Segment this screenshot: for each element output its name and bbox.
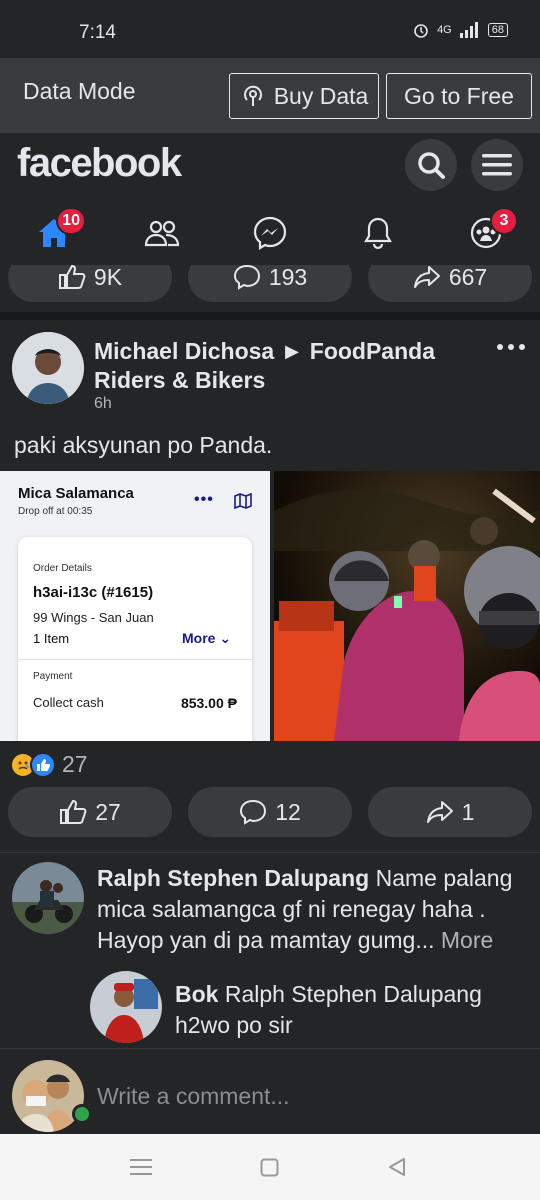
prev-comment-button[interactable]: 193 — [188, 265, 352, 302]
motorbike-photo-icon — [12, 862, 84, 934]
comment-1-more-link[interactable]: More — [441, 927, 493, 953]
card-divider — [18, 659, 252, 660]
tab-friends[interactable] — [140, 211, 184, 255]
comment-icon — [240, 799, 267, 825]
order-details-card: Order Details h3ai-i13c (#1615) 99 Wings… — [18, 537, 252, 741]
buy-data-label: Buy Data — [273, 82, 369, 109]
reaction-count: 27 — [62, 751, 88, 777]
go-to-free-button[interactable]: Go to Free — [386, 73, 532, 119]
app-header: facebook — [0, 133, 540, 201]
post-options-icon[interactable] — [497, 344, 525, 350]
prev-share-button[interactable]: 667 — [368, 265, 532, 302]
prev-like-button[interactable]: 9K — [8, 265, 172, 302]
tab-messenger[interactable] — [248, 211, 292, 255]
screenshot-customer-name: Mica Salamanca — [18, 485, 134, 502]
buy-data-button[interactable]: Buy Data — [229, 73, 379, 119]
go-to-free-label: Go to Free — [404, 82, 514, 109]
payment-label: Payment — [33, 671, 73, 682]
order-details-label: Order Details — [33, 563, 92, 574]
recent-apps-icon[interactable] — [130, 1158, 152, 1176]
back-icon[interactable] — [387, 1157, 407, 1177]
comment-2-text: Ralph Stephen Dalupang h2wo po sir — [175, 981, 482, 1038]
facebook-logo[interactable]: facebook — [17, 141, 182, 186]
online-status-icon — [72, 1104, 92, 1124]
screenshot-more-dots-icon: ••• — [194, 491, 214, 508]
prev-like-count: 9K — [93, 265, 123, 290]
like-reaction-icon — [30, 751, 56, 778]
signal-icon — [459, 22, 478, 38]
collect-cash-label: Collect cash — [33, 695, 104, 710]
my-avatar — [12, 1060, 84, 1132]
post-time[interactable]: 6h — [94, 395, 112, 413]
selfie-photo-icon — [12, 1060, 84, 1132]
order-id: h3ai-i13c (#1615) — [33, 584, 154, 601]
alarm-icon — [414, 24, 428, 38]
friends-icon — [144, 220, 180, 247]
share-button[interactable]: 1 — [368, 787, 532, 837]
broadcast-icon — [243, 85, 262, 106]
comment-count: 12 — [275, 798, 301, 825]
post-image-order-screenshot[interactable]: Mica Salamanca Drop off at 00:35 ••• Ord… — [0, 471, 270, 741]
comments-section: Ralph Stephen Dalupang Name palang mica … — [0, 852, 540, 1048]
status-time: 7:14 — [79, 22, 116, 43]
previous-post-actions: 9K 193 667 — [0, 265, 540, 312]
like-button[interactable]: 27 — [8, 787, 172, 837]
thumbs-up-icon — [60, 799, 87, 824]
post-image-riders-photo[interactable] — [274, 471, 540, 741]
comment-2: Bok Ralph Stephen Dalupang h2wo po sir — [175, 979, 515, 1041]
person-silhouette-icon — [12, 332, 84, 404]
status-icons: 4G 68 — [413, 22, 508, 38]
search-icon — [418, 152, 445, 179]
search-button[interactable] — [405, 139, 457, 191]
comment-button[interactable]: 12 — [188, 787, 352, 837]
map-icon — [234, 493, 252, 509]
post-author[interactable]: Michael Dichosa ► FoodPanda Riders & Bik… — [94, 337, 494, 395]
messenger-icon — [253, 216, 287, 250]
post-text: paki aksyunan po Panda. — [14, 432, 273, 458]
share-count: 1 — [461, 798, 475, 825]
payment-amount: 853.00 ₱ — [180, 695, 237, 711]
person-red-uniform-icon — [90, 971, 162, 1043]
share-icon — [426, 801, 453, 823]
comment-1: Ralph Stephen Dalupang Name palang mica … — [97, 863, 527, 956]
comment-icon — [233, 265, 260, 290]
system-navigation-bar — [0, 1134, 540, 1200]
feed-post: Michael Dichosa ► FoodPanda Riders & Bik… — [0, 320, 540, 1100]
hamburger-icon — [482, 154, 512, 176]
network-label: 4G — [437, 24, 452, 36]
battery-level: 68 — [491, 24, 504, 36]
tab-home[interactable]: 10 — [32, 207, 86, 255]
groups-badge: 3 — [490, 207, 518, 235]
data-mode-label: Data Mode — [23, 78, 136, 104]
comment-1-author[interactable]: Ralph Stephen Dalupang — [97, 865, 369, 891]
reply-avatar[interactable] — [90, 971, 162, 1043]
prev-share-count: 667 — [448, 265, 488, 290]
comment-composer: Write a comment... — [0, 1048, 540, 1134]
home-badge: 10 — [56, 207, 86, 235]
comment-2-author[interactable]: Bok — [175, 981, 218, 1007]
bell-icon — [364, 217, 392, 250]
author-avatar[interactable] — [12, 332, 84, 404]
status-bar: 7:14 4G 68 — [0, 0, 540, 58]
data-mode-bar: Data Mode Buy Data Go to Free — [0, 58, 540, 133]
home-nav-icon[interactable] — [260, 1158, 279, 1177]
share-icon — [413, 266, 440, 288]
order-items: 1 Item — [33, 631, 70, 646]
tab-groups[interactable]: 3 — [464, 207, 518, 255]
tab-bar: 10 3 — [0, 201, 540, 265]
comment-input[interactable]: Write a comment... — [97, 1083, 290, 1110]
reaction-summary[interactable]: 27 — [10, 751, 88, 778]
commenter-avatar[interactable] — [12, 862, 84, 934]
order-store: 99 Wings - San Juan — [33, 610, 154, 625]
order-more-link: More ⌄ — [182, 630, 232, 646]
like-count: 27 — [95, 798, 121, 825]
thumbs-up-icon — [58, 265, 86, 289]
tab-notifications[interactable] — [356, 211, 400, 255]
prev-comment-count: 193 — [268, 265, 308, 290]
battery-icon: 68 — [487, 23, 508, 37]
screenshot-drop-off: Drop off at 00:35 — [18, 506, 93, 517]
menu-button[interactable] — [471, 139, 523, 191]
riders-photo — [274, 471, 540, 741]
